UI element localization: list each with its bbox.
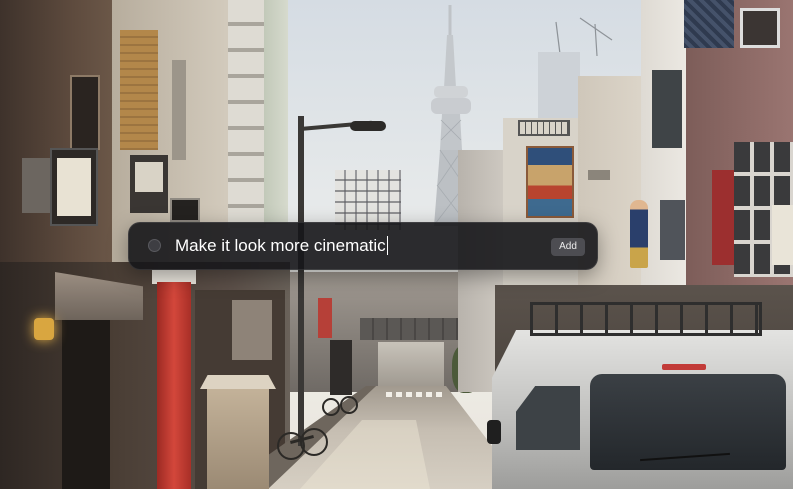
wall-mural	[526, 146, 574, 218]
wooden-shutters	[120, 30, 158, 150]
cream-building-window	[172, 60, 186, 160]
far-street-end	[378, 342, 444, 388]
background-photo: Make it look more cinematic Add	[0, 0, 793, 489]
right-vertical-sign	[772, 205, 793, 265]
storefront-window	[232, 300, 272, 360]
lantern-light	[34, 318, 54, 340]
tower-upper-shaft	[444, 35, 456, 88]
rooftop-antenna	[555, 17, 613, 57]
far-bicycle-wheel-2	[340, 396, 358, 414]
rooftop-railing	[518, 120, 570, 136]
crosswalk	[386, 392, 442, 397]
second-hanging-sign-panel	[135, 162, 163, 192]
roof-tiles	[684, 0, 734, 48]
right-tall-building	[538, 52, 580, 124]
shop-doorway	[62, 320, 110, 489]
hanging-sign-panel	[57, 158, 91, 216]
tower-upper-deck	[434, 86, 468, 98]
bicycle-front-wheel	[300, 428, 328, 456]
news-box	[207, 389, 269, 489]
news-box-roof	[200, 375, 276, 389]
tower-mid-shaft	[440, 114, 462, 150]
wall-statue	[630, 200, 648, 268]
van-roof-rack	[530, 302, 762, 336]
tower-antenna	[448, 5, 452, 37]
left-building-window	[70, 75, 100, 150]
prompt-input-text: Make it look more cinematic	[175, 236, 386, 255]
prompt-bar: Make it look more cinematic Add	[128, 222, 598, 270]
red-shop-sign	[318, 298, 332, 338]
left-grey-building	[228, 0, 266, 228]
railway-overpass	[360, 318, 460, 340]
van-mirror	[487, 420, 501, 444]
left-green-building	[264, 0, 288, 224]
vertical-shop-sign	[330, 340, 352, 395]
grid-facade-building	[335, 170, 401, 230]
circle-icon[interactable]	[148, 239, 161, 252]
red-window-frame	[712, 170, 734, 265]
white-building-lower-window	[660, 200, 685, 260]
tower-lower-deck	[431, 98, 471, 114]
red-pillar	[157, 282, 191, 489]
van-brake-light	[662, 364, 706, 370]
far-bicycle-wheel	[322, 398, 340, 416]
prompt-input[interactable]: Make it look more cinematic	[175, 235, 535, 257]
add-button[interactable]: Add	[551, 238, 585, 256]
small-shop-sign	[170, 198, 200, 222]
white-building-window	[652, 70, 682, 148]
brick-building-top-window	[740, 8, 780, 48]
wall-unit	[22, 158, 50, 213]
beige-building-window	[588, 170, 610, 180]
street-lamp-pole	[298, 116, 304, 446]
street-lamp-head	[350, 121, 386, 131]
text-caret	[386, 236, 389, 255]
